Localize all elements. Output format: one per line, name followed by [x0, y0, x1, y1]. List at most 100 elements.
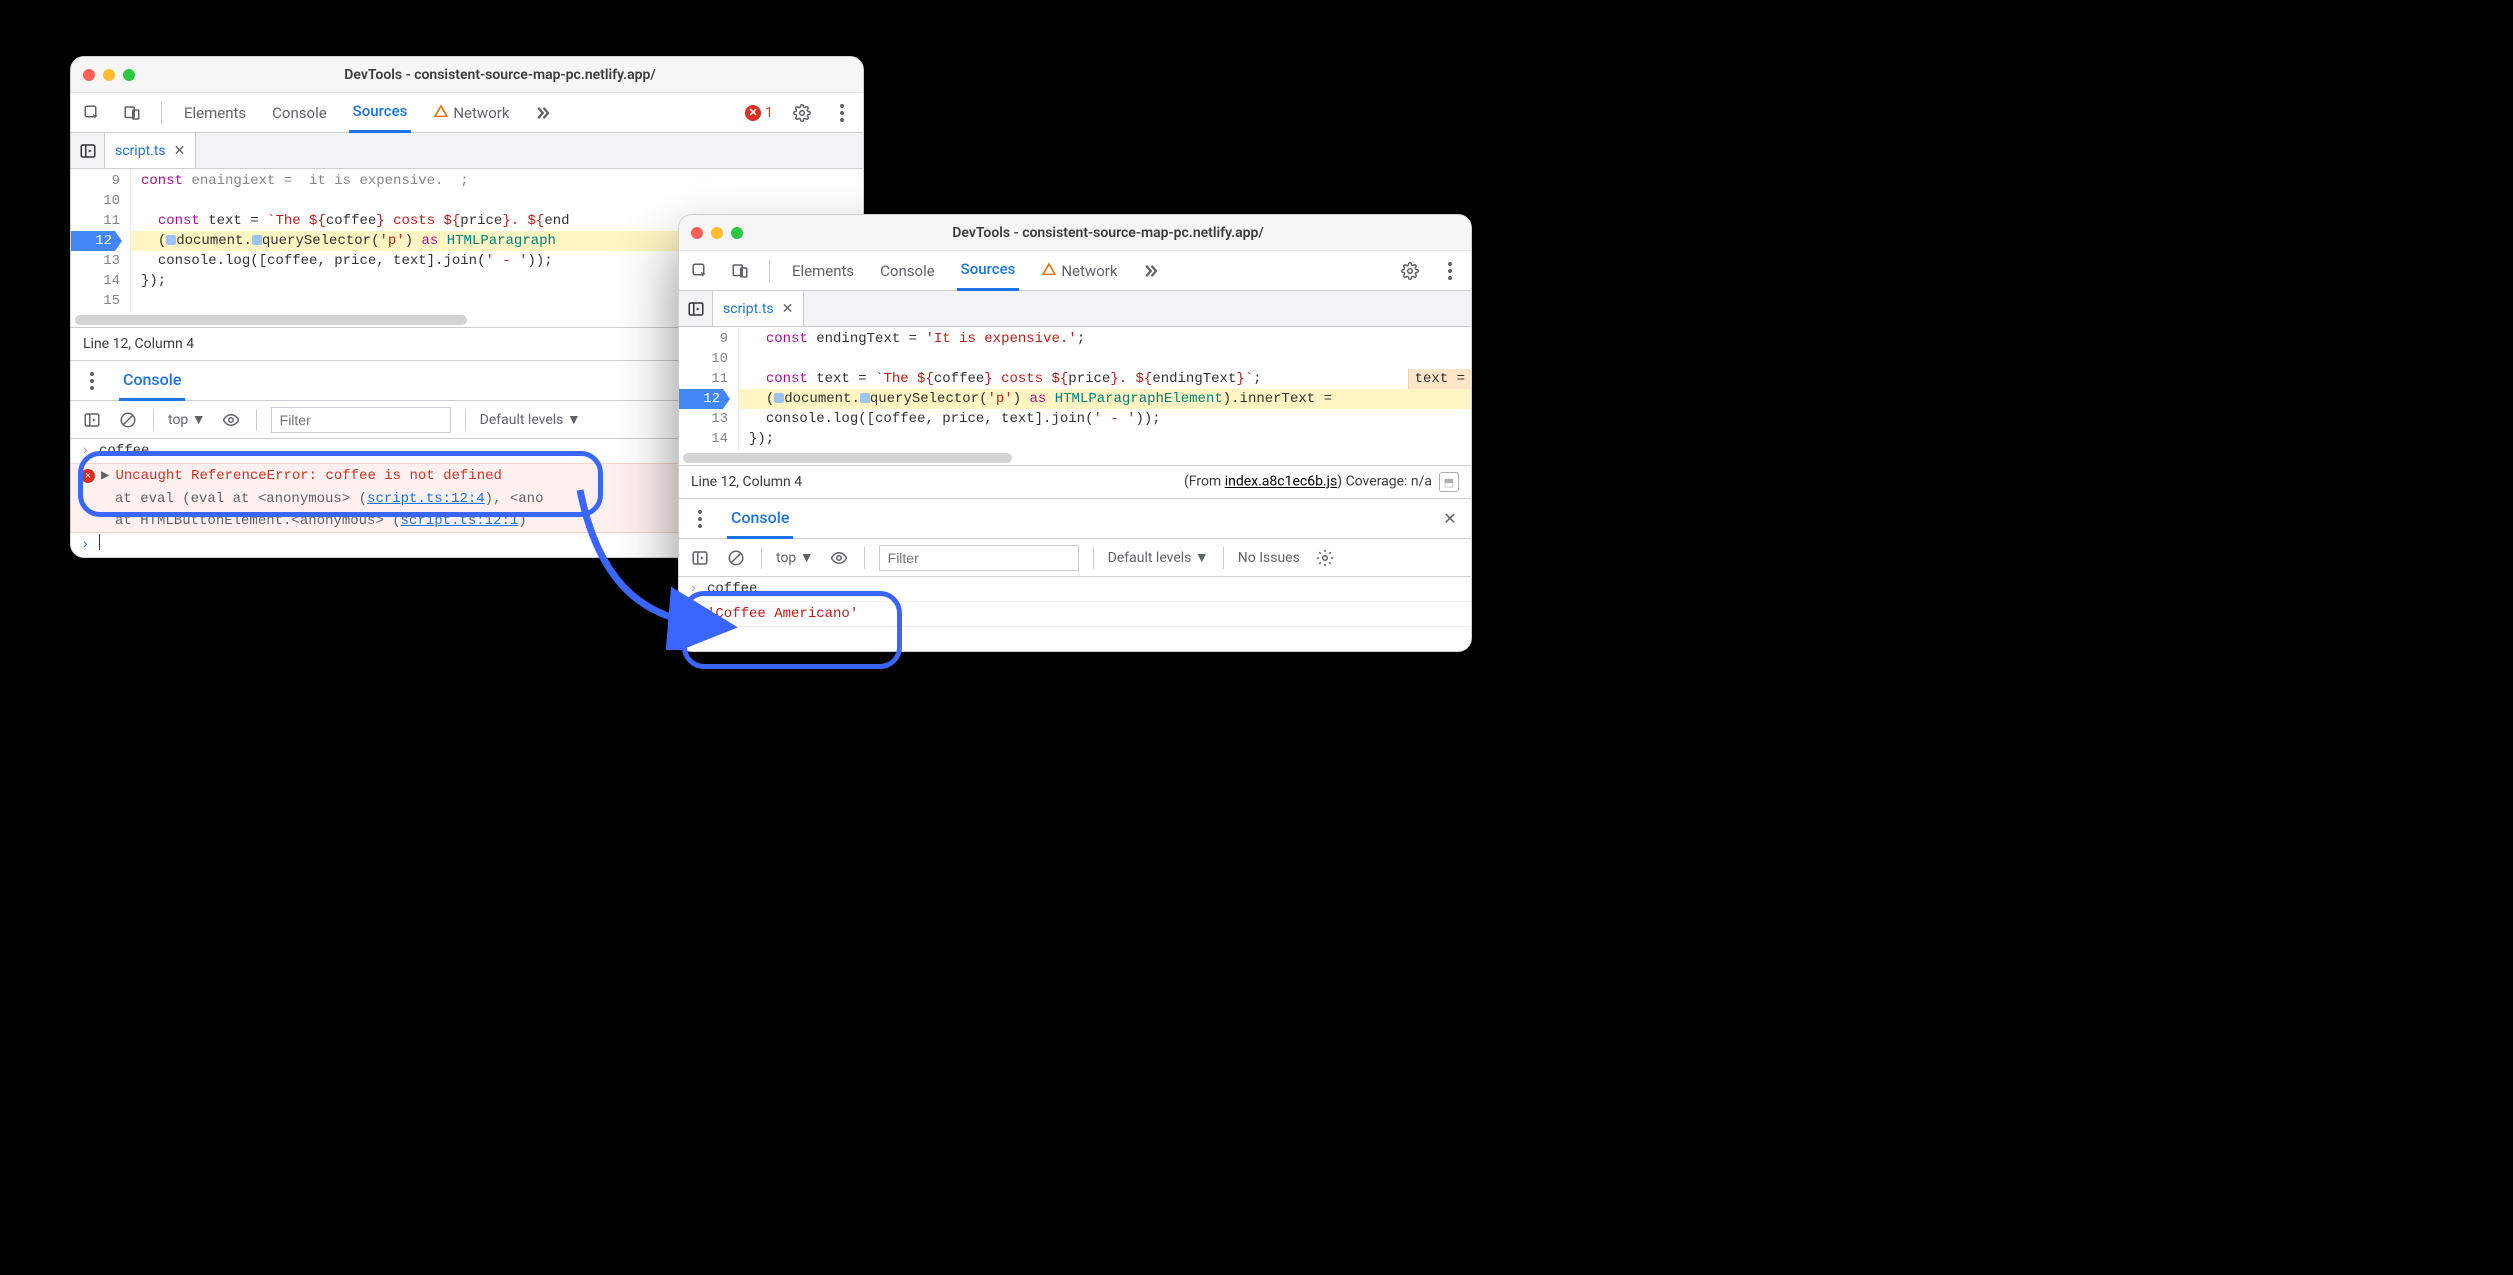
breakpoint-icon[interactable]: 12 [679, 389, 730, 409]
code-editor[interactable]: 9 10 11 12 13 14 const endingText = 'It … [679, 327, 1471, 451]
filter-input[interactable] [879, 545, 1079, 571]
line-number: 14 [71, 271, 120, 291]
line-number: 10 [71, 191, 120, 211]
inline-value: text = [1408, 369, 1471, 389]
console-output-line: › 'Coffee Americano' [679, 602, 1471, 627]
maximize-window-icon[interactable] [123, 69, 135, 81]
file-tabs: script.ts ✕ [679, 291, 1471, 327]
object-chip-icon [252, 235, 262, 245]
file-tabs: script.ts ✕ [71, 133, 863, 169]
line-number: 13 [71, 251, 120, 271]
more-tabs-icon[interactable] [531, 102, 553, 124]
titlebar: DevTools - consistent-source-map-pc.netl… [71, 57, 863, 93]
tab-elements[interactable]: Elements [788, 251, 858, 291]
sourcemap-link[interactable]: index.a8c1ec6b.js [1225, 474, 1338, 490]
device-toolbar-icon[interactable] [121, 102, 143, 124]
close-window-icon[interactable] [691, 227, 703, 239]
main-toolbar: Elements Console Sources Network ✕ 1 [71, 93, 863, 133]
file-tab-label: script.ts [723, 301, 774, 317]
tab-console[interactable]: Console [268, 93, 331, 133]
device-toolbar-icon[interactable] [729, 260, 751, 282]
inspect-icon[interactable] [81, 102, 103, 124]
tab-network-label: Network [453, 104, 509, 122]
close-file-icon[interactable]: ✕ [782, 301, 794, 317]
drawer-menu-icon[interactable] [81, 370, 103, 392]
kebab-menu-icon[interactable] [1439, 260, 1461, 282]
tab-network[interactable]: Network [1037, 251, 1121, 291]
breakpoint-icon[interactable]: 12 [71, 231, 122, 251]
file-tab-script[interactable]: script.ts ✕ [105, 133, 196, 168]
gutter[interactable]: 9 10 11 12 13 14 15 [71, 169, 131, 313]
tab-elements[interactable]: Elements [180, 93, 250, 133]
error-icon: ✕ [745, 105, 761, 121]
console-settings-icon[interactable] [1314, 547, 1336, 569]
close-window-icon[interactable] [83, 69, 95, 81]
context-selector[interactable]: top ▼ [168, 411, 206, 428]
gutter[interactable]: 9 10 11 12 13 14 [679, 327, 739, 451]
filter-input[interactable] [271, 407, 451, 433]
tab-network[interactable]: Network [429, 93, 513, 133]
drawer-menu-icon[interactable] [689, 508, 711, 530]
error-count-badge[interactable]: ✕ 1 [745, 105, 773, 121]
drawer-tabs: Console ✕ [679, 499, 1471, 539]
settings-icon[interactable] [791, 102, 813, 124]
show-navigator-icon[interactable] [679, 291, 713, 326]
console-toolbar: top ▼ Default levels ▼ No Issues [679, 539, 1471, 577]
h-scrollbar[interactable] [679, 451, 1471, 465]
context-selector[interactable]: top ▼ [776, 549, 814, 566]
line-number: 10 [679, 349, 728, 369]
live-expression-icon[interactable] [220, 409, 242, 431]
file-tab-script[interactable]: script.ts ✕ [713, 291, 804, 326]
console-prompt[interactable]: › [679, 627, 1471, 651]
file-tab-label: script.ts [115, 143, 166, 159]
drawer-tab-console[interactable]: Console [727, 499, 793, 539]
editor-statusbar: Line 12, Column 4 (From index.a8c1ec6b.j… [679, 465, 1471, 499]
line-number: 13 [679, 409, 728, 429]
maximize-window-icon[interactable] [731, 227, 743, 239]
more-tabs-icon[interactable] [1139, 260, 1161, 282]
stack-link[interactable]: script.ts:12:4 [367, 491, 485, 507]
error-message: Uncaught ReferenceError: coffee is not d… [115, 465, 501, 487]
input-chevron-icon: › [81, 440, 93, 462]
drawer-tab-console[interactable]: Console [119, 361, 185, 401]
settings-icon[interactable] [1399, 260, 1421, 282]
prompt-chevron-icon: › [81, 534, 93, 556]
log-levels-selector[interactable]: Default levels ▼ [480, 411, 581, 428]
expand-icon[interactable]: ▶ [101, 465, 109, 487]
error-icon: ✕ [81, 469, 95, 483]
kebab-menu-icon[interactable] [831, 102, 853, 124]
tab-sources[interactable]: Sources [957, 251, 1020, 291]
coverage-icon[interactable]: ⬒ [1439, 472, 1459, 492]
issues-button[interactable]: No Issues [1238, 550, 1300, 566]
titlebar: DevTools - consistent-source-map-pc.netl… [679, 215, 1471, 251]
main-toolbar: Elements Console Sources Network [679, 251, 1471, 291]
clear-console-icon[interactable] [725, 547, 747, 569]
cursor-icon [99, 534, 100, 550]
clear-console-icon[interactable] [117, 409, 139, 431]
line-number: 9 [71, 171, 120, 191]
tab-network-label: Network [1061, 262, 1117, 280]
tab-sources[interactable]: Sources [349, 93, 412, 133]
console-input-text: coffee [99, 440, 149, 462]
console-body[interactable]: › coffee › 'Coffee Americano' › [679, 577, 1471, 651]
code-content: const endingText = 'It is expensive.'; c… [739, 327, 1471, 451]
show-navigator-icon[interactable] [71, 133, 105, 168]
warning-icon [1041, 261, 1057, 281]
input-chevron-icon: › [689, 578, 701, 600]
show-sidebar-icon[interactable] [689, 547, 711, 569]
minimize-window-icon[interactable] [711, 227, 723, 239]
log-levels-selector[interactable]: Default levels ▼ [1108, 549, 1209, 566]
line-number: 15 [71, 291, 120, 311]
inspect-icon[interactable] [689, 260, 711, 282]
devtools-window-after: DevTools - consistent-source-map-pc.netl… [678, 214, 1472, 652]
live-expression-icon[interactable] [828, 547, 850, 569]
show-sidebar-icon[interactable] [81, 409, 103, 431]
tab-console[interactable]: Console [876, 251, 939, 291]
console-input-text: coffee [707, 578, 757, 600]
cursor-position: Line 12, Column 4 [83, 336, 194, 352]
console-input-line: › coffee [679, 577, 1471, 602]
stack-link[interactable]: script.ts:12:1 [401, 513, 519, 529]
close-drawer-icon[interactable]: ✕ [1439, 508, 1461, 530]
minimize-window-icon[interactable] [103, 69, 115, 81]
close-file-icon[interactable]: ✕ [174, 143, 186, 159]
